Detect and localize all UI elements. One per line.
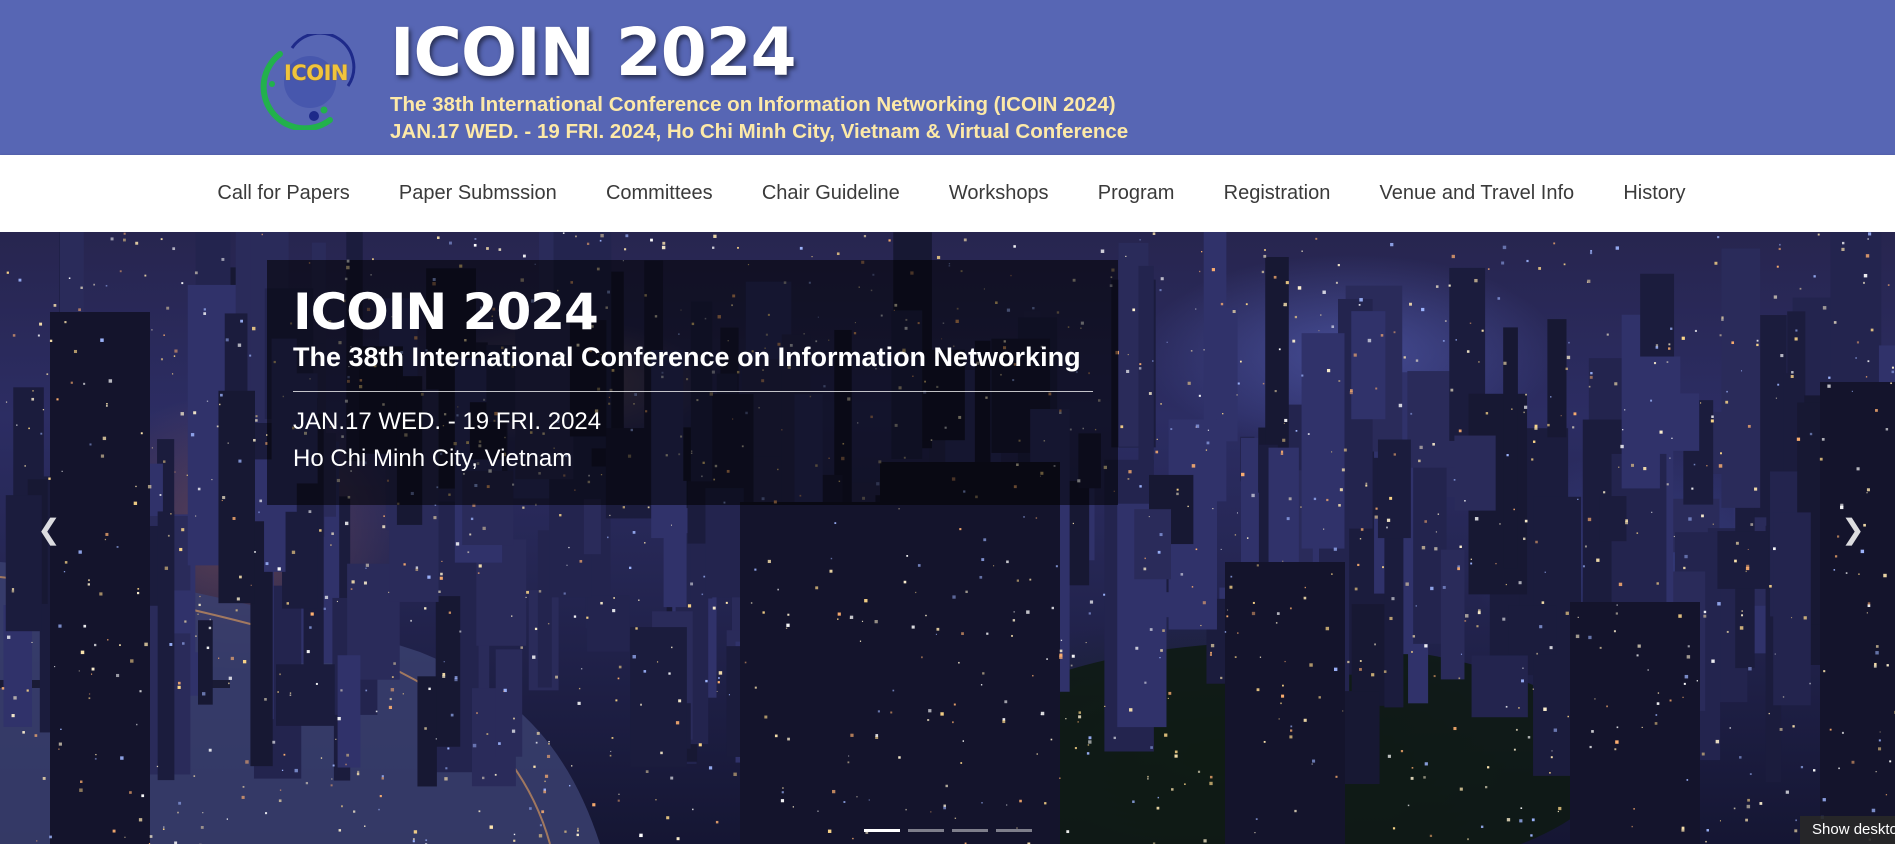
nav-item-program[interactable]: Program	[1073, 182, 1199, 205]
nav-item-paper-submssion[interactable]: Paper Submssion	[374, 182, 581, 205]
carousel-indicator[interactable]	[864, 829, 900, 832]
carousel-indicator[interactable]	[908, 829, 944, 832]
site-subtitle: The 38th International Conference on Inf…	[390, 93, 1116, 116]
hero-caption: ICOIN 2024 The 38th International Confer…	[267, 260, 1118, 505]
nav-item-venue-and-travel-info[interactable]: Venue and Travel Info	[1355, 182, 1599, 205]
main-nav: Call for Papers Paper Submssion Committees…	[0, 155, 1895, 232]
icoin-logo[interactable]: ICOIN	[252, 31, 362, 132]
nav-item-workshops[interactable]: Workshops	[924, 182, 1073, 205]
site-header: ICOIN ICOIN 2024 The 38th International …	[0, 0, 1895, 155]
nav-list: Call for Papers Paper Submssion Committees…	[0, 155, 1895, 232]
nav-item-committees[interactable]: Committees	[581, 182, 737, 205]
logo-text: ICOIN	[284, 61, 348, 85]
carousel-indicator[interactable]	[952, 829, 988, 832]
nav-item-chair-guideline[interactable]: Chair Guideline	[737, 182, 924, 205]
nav-item-history[interactable]: History	[1599, 182, 1710, 205]
nav-item-registration[interactable]: Registration	[1199, 182, 1355, 205]
nav-item-call-for-papers[interactable]: Call for Papers	[193, 182, 374, 205]
hero-carousel: ICOIN 2024 The 38th International Confer…	[0, 232, 1895, 844]
site-dates: JAN.17 WED. - 19 FRI. 2024, Ho Chi Minh …	[390, 120, 1129, 143]
caption-subtitle: The 38th International Conference on Inf…	[293, 342, 1081, 372]
chevron-left-icon[interactable]: ❮	[34, 515, 64, 545]
caption-place: Ho Chi Minh City, Vietnam	[293, 445, 573, 472]
site-title[interactable]: ICOIN 2024	[390, 12, 797, 94]
carousel-indicator[interactable]	[996, 829, 1032, 832]
show-desktop-button[interactable]: Show desktop	[1800, 816, 1895, 844]
caption-date: JAN.17 WED. - 19 FRI. 2024	[293, 408, 602, 435]
chevron-right-icon[interactable]: ❯	[1838, 515, 1868, 545]
carousel-indicators	[864, 829, 1032, 832]
caption-title: ICOIN 2024	[293, 283, 599, 341]
caption-divider	[293, 391, 1093, 392]
